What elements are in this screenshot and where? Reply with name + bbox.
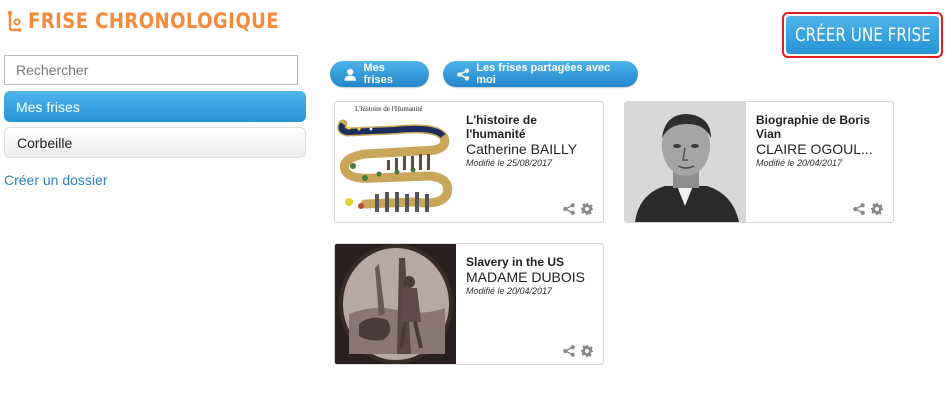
timeline-card[interactable]: Biographie de Boris Vian CLAIRE OGOUL...… [624,101,894,223]
gear-icon[interactable] [871,203,883,215]
card-modified-date: Modifié le 20/04/2017 [466,286,553,296]
timeline-card[interactable]: Slavery in the US MADAME DUBOIS Modifié … [334,243,604,365]
card-title[interactable]: L'histoire de l'humanité [466,113,596,141]
card-title[interactable]: Slavery in the US [466,255,596,269]
sidebar-item-trash[interactable]: Corbeille [4,127,306,158]
card-author: MADAME DUBOIS [466,269,586,285]
timeline-thumbnail[interactable] [335,244,456,364]
share-icon[interactable] [853,203,865,215]
create-timeline-button[interactable]: CRÉER UNE FRISE [782,12,943,58]
tab-label: Les frises partagées avec moi [476,62,611,86]
tab-shared-timelines[interactable]: Les frises partagées avec moi [443,61,638,87]
sidebar-item-label: Mes frises [16,98,80,115]
share-icon[interactable] [563,203,575,215]
share-icon [457,68,470,80]
create-timeline-button-label: CRÉER UNE FRISE [794,24,931,46]
card-modified-date: Modifié le 25/08/2017 [466,158,553,168]
gear-icon[interactable] [581,345,593,357]
thumbnail-caption: L'histoire de l'Humanité [355,105,422,113]
app-title: FRISE CHRONOLOGIQUE [28,9,279,33]
app-logo[interactable]: FRISE CHRONOLOGIQUE [6,8,320,34]
card-author: Catherine BAILLY [466,141,578,157]
timeline-logo-icon [7,10,22,32]
timeline-thumbnail[interactable] [625,102,746,222]
gear-icon[interactable] [581,203,593,215]
tab-label: Mes frises [363,62,393,86]
sidebar-item-label: Corbeille [17,134,73,151]
card-title[interactable]: Biographie de Boris Vian [756,113,886,141]
create-folder-link[interactable]: Créer un dossier [4,172,108,188]
search-input[interactable] [4,55,298,85]
timeline-thumbnail[interactable]: L'histoire de l'Humanité [335,102,456,222]
timeline-card[interactable]: L'histoire de l'Humanité L'histoire de l… [334,101,604,223]
card-author: CLAIRE OGOUL... [756,141,873,157]
card-modified-date: Modifié le 20/04/2017 [756,158,843,168]
user-icon [344,68,356,81]
tab-my-timelines[interactable]: Mes frises [330,61,429,87]
sidebar-item-my-timelines[interactable]: Mes frises [4,91,306,122]
share-icon[interactable] [563,345,575,357]
